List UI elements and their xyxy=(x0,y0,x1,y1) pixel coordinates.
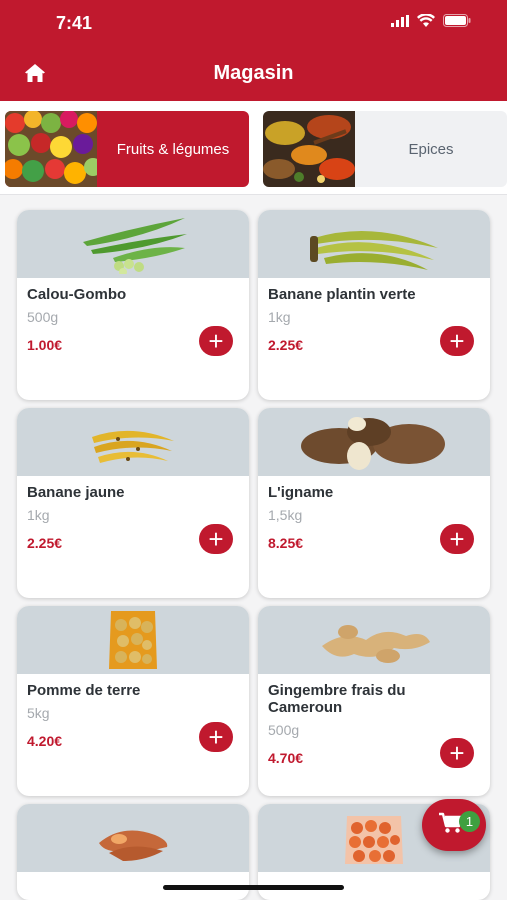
onion-bag-image xyxy=(345,816,403,864)
wifi-icon xyxy=(417,13,435,32)
app-header: 7:41 Magasin xyxy=(0,0,507,101)
yam-image xyxy=(301,417,445,470)
product-name: Banane plantin verte xyxy=(268,286,416,303)
product-card[interactable]: Gingembre frais du Cameroun 500g 4.70€ + xyxy=(258,606,490,796)
product-weight: 1kg xyxy=(27,507,50,523)
product-weight: 500g xyxy=(27,309,59,325)
fruits-vegetables-image xyxy=(5,111,102,187)
product-image xyxy=(17,804,249,872)
product-weight: 5kg xyxy=(27,705,50,721)
status-bar: 7:41 xyxy=(0,0,507,48)
potato-bag-image xyxy=(109,611,157,669)
tab-epices[interactable]: Epices xyxy=(263,111,507,187)
add-to-cart-button[interactable]: + xyxy=(440,326,474,356)
ginger-image xyxy=(322,625,430,663)
add-to-cart-button[interactable]: + xyxy=(199,722,233,752)
product-image xyxy=(17,606,249,674)
product-name: L'igname xyxy=(268,484,334,501)
plus-icon: + xyxy=(449,738,465,768)
product-weight: 1,5kg xyxy=(268,507,303,523)
category-tabs: Fruits & légumes Epices xyxy=(0,101,507,195)
product-card[interactable]: L'igname 1,5kg 8.25€ + xyxy=(258,408,490,598)
home-indicator xyxy=(163,885,344,890)
product-image xyxy=(17,210,249,278)
tab-epices-label: Epices xyxy=(408,140,454,158)
add-to-cart-button[interactable]: + xyxy=(199,524,233,554)
tab-fruits-legumes[interactable]: Fruits & légumes xyxy=(5,111,249,187)
add-to-cart-button[interactable]: + xyxy=(440,524,474,554)
product-name: Banane jaune xyxy=(27,484,125,501)
cart-count-badge: 1 xyxy=(459,811,480,832)
product-card[interactable]: Calou-Gombo 500g 1.00€ + xyxy=(17,210,249,400)
product-name: Calou-Gombo xyxy=(27,286,127,303)
product-card[interactable]: Pomme de terre 5kg 4.20€ + xyxy=(17,606,249,796)
plus-icon: + xyxy=(449,326,465,356)
product-image xyxy=(258,210,490,278)
product-weight: 500g xyxy=(268,722,300,738)
battery-icon xyxy=(443,14,471,32)
product-image xyxy=(17,408,249,476)
status-icons xyxy=(391,13,471,32)
cart-button[interactable]: 1 xyxy=(422,799,486,851)
status-time: 7:41 xyxy=(56,13,93,33)
plus-icon: + xyxy=(208,326,224,356)
product-image xyxy=(258,408,490,476)
okra-image xyxy=(83,218,187,274)
add-to-cart-button[interactable]: + xyxy=(199,326,233,356)
product-card[interactable]: Banane jaune 1kg 2.25€ + xyxy=(17,408,249,598)
green-plantain-image xyxy=(310,230,438,270)
navigation-bar: Magasin xyxy=(0,48,507,101)
product-card[interactable]: Banane plantin verte 1kg 2.25€ + xyxy=(258,210,490,400)
product-weight: 1kg xyxy=(268,309,291,325)
plus-icon: + xyxy=(208,524,224,554)
tab-fruits-legumes-label: Fruits & légumes xyxy=(116,140,230,158)
product-name: Pomme de terre xyxy=(27,682,141,699)
product-name: Gingembre frais du Cameroun xyxy=(268,682,406,716)
product-image xyxy=(258,606,490,674)
sweet-potato-image xyxy=(99,830,168,861)
page-title: Magasin xyxy=(213,62,294,84)
yellow-banana-image xyxy=(92,430,174,463)
plus-icon: + xyxy=(449,524,465,554)
signal-icon xyxy=(391,14,409,32)
spices-image xyxy=(263,111,355,187)
add-to-cart-button[interactable]: + xyxy=(440,738,474,768)
plus-icon: + xyxy=(208,722,224,752)
